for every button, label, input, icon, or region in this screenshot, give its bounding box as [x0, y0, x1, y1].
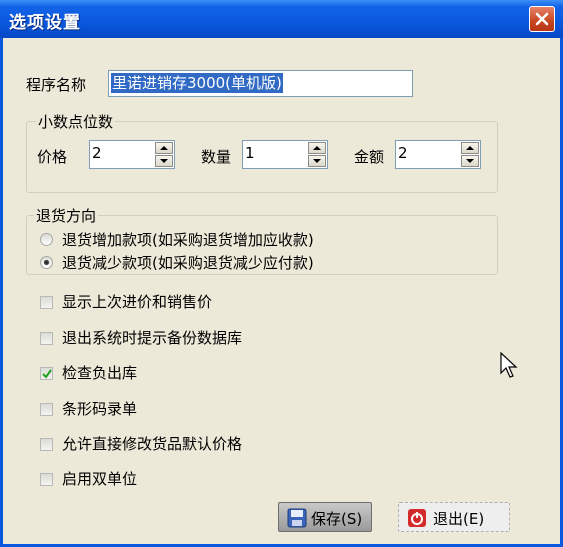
amount-label: 金额 — [354, 148, 385, 166]
edit-default-price-checkbox[interactable] — [40, 438, 53, 451]
window-frame-left — [0, 38, 3, 547]
spin-up-icon[interactable] — [155, 142, 173, 154]
spin-down-icon[interactable] — [461, 155, 479, 167]
return-direction-title: 退货方向 — [34, 205, 99, 226]
dual-unit-label[interactable]: 启用双单位 — [62, 468, 137, 489]
barcode-entry-checkbox[interactable] — [40, 403, 53, 416]
checkmark-icon — [42, 369, 52, 379]
mouse-cursor-icon — [500, 352, 518, 378]
quantity-decimals-spinner[interactable]: 1 — [242, 140, 328, 169]
title-bar[interactable]: 选项设置 — [0, 0, 563, 38]
spin-down-icon[interactable] — [308, 155, 326, 167]
return-increase-label[interactable]: 退货增加款项(如采购退货增加应收款) — [62, 229, 314, 250]
close-icon — [535, 12, 549, 26]
close-button[interactable] — [529, 6, 555, 32]
show-last-price-checkbox[interactable] — [40, 296, 53, 309]
check-negative-outbound-label[interactable]: 检查负出库 — [62, 362, 137, 383]
backup-prompt-label[interactable]: 退出系统时提示备份数据库 — [62, 327, 242, 348]
return-increase-radio[interactable] — [40, 233, 53, 246]
save-button[interactable]: 保存(S) — [278, 502, 372, 532]
show-last-price-label[interactable]: 显示上次进价和销售价 — [62, 291, 212, 312]
barcode-entry-label[interactable]: 条形码录单 — [62, 398, 137, 419]
spin-down-icon[interactable] — [155, 155, 173, 167]
exit-button[interactable]: 退出(E) — [398, 502, 510, 532]
amount-decimals-value: 2 — [398, 144, 408, 162]
power-icon — [408, 509, 426, 527]
price-label: 价格 — [37, 148, 68, 166]
save-button-label: 保存(S) — [311, 510, 363, 528]
spin-up-icon[interactable] — [308, 142, 326, 154]
spin-up-icon[interactable] — [461, 142, 479, 154]
options-dialog: 选项设置 程序名称 里诺进销存3000(单机版) 小数点位数 价格 2 数量 1… — [0, 0, 563, 547]
backup-prompt-checkbox[interactable] — [40, 332, 53, 345]
return-decrease-label[interactable]: 退货减少款项(如采购退货减少应付款) — [62, 252, 314, 273]
decimals-group-title: 小数点位数 — [36, 111, 116, 132]
quantity-decimals-value: 1 — [245, 144, 255, 162]
program-name-input[interactable]: 里诺进销存3000(单机版) — [108, 70, 413, 97]
price-decimals-value: 2 — [92, 144, 102, 162]
quantity-label: 数量 — [201, 148, 232, 166]
program-name-value: 里诺进销存3000(单机版) — [111, 73, 283, 93]
check-negative-outbound-checkbox[interactable] — [40, 367, 53, 380]
save-icon — [287, 508, 307, 528]
window-title: 选项设置 — [9, 13, 81, 33]
program-name-label: 程序名称 — [26, 76, 87, 94]
price-decimals-spinner[interactable]: 2 — [89, 140, 175, 169]
amount-decimals-spinner[interactable]: 2 — [395, 140, 481, 169]
exit-button-label: 退出(E) — [433, 510, 485, 528]
dual-unit-checkbox[interactable] — [40, 473, 53, 486]
edit-default-price-label[interactable]: 允许直接修改货品默认价格 — [62, 433, 242, 454]
return-decrease-radio[interactable] — [40, 256, 53, 269]
